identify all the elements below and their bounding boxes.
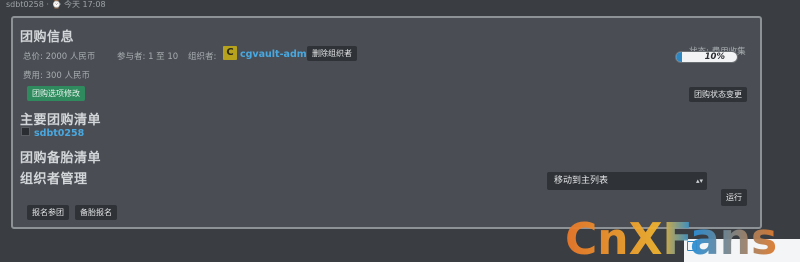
post-meta-bar: sdbt0258 · ⌚ 今天 17:08 — [0, 0, 800, 14]
join-group-button[interactable]: 报名参团 — [27, 205, 69, 220]
remove-organizer-button[interactable]: 删除组织者 — [307, 46, 357, 61]
organizer-label: 组织者: — [188, 52, 217, 62]
site-logo-watermark: CnXFans — [565, 214, 777, 262]
change-status-button[interactable]: 团购状态变更 — [689, 87, 747, 102]
participants-range: 参与者: 1 至 10 — [117, 52, 179, 62]
total-price: 总价: 2000 人民币 — [23, 52, 96, 62]
progress-fill — [676, 52, 683, 62]
move-target-select[interactable]: 移动到主列表 ▴▾ — [547, 172, 707, 190]
backup-list-title: 团购备胎清单 — [20, 151, 102, 166]
collection-progress-bar: 10% — [675, 51, 738, 63]
organizer-mgmt-title: 组织者管理 — [20, 172, 88, 187]
edit-options-button[interactable]: 团购选项修改 — [27, 86, 85, 101]
progress-percent: 10% — [704, 52, 725, 62]
move-target-value: 移动到主列表 — [554, 176, 609, 186]
backup-signup-button[interactable]: 备胎报名 — [75, 205, 117, 220]
select-arrows-icon: ▴▾ — [695, 177, 703, 185]
organizer-avatar[interactable]: C — [223, 46, 237, 60]
group-buy-panel — [11, 16, 762, 229]
post-meta-text: sdbt0258 · ⌚ 今天 17:08 — [6, 0, 106, 9]
member-checkbox[interactable] — [21, 127, 30, 136]
organizer-name-link[interactable]: cgvault-admin — [240, 49, 317, 60]
fee-amount: 费用: 300 人民币 — [23, 71, 90, 81]
group-info-title: 团购信息 — [20, 30, 75, 45]
main-list-title: 主要团购清单 — [20, 113, 102, 128]
run-button[interactable]: 运行 — [721, 189, 747, 206]
member-name-link[interactable]: sdbt0258 — [34, 128, 84, 139]
svg-text:CnXFans: CnXFans — [565, 214, 777, 262]
